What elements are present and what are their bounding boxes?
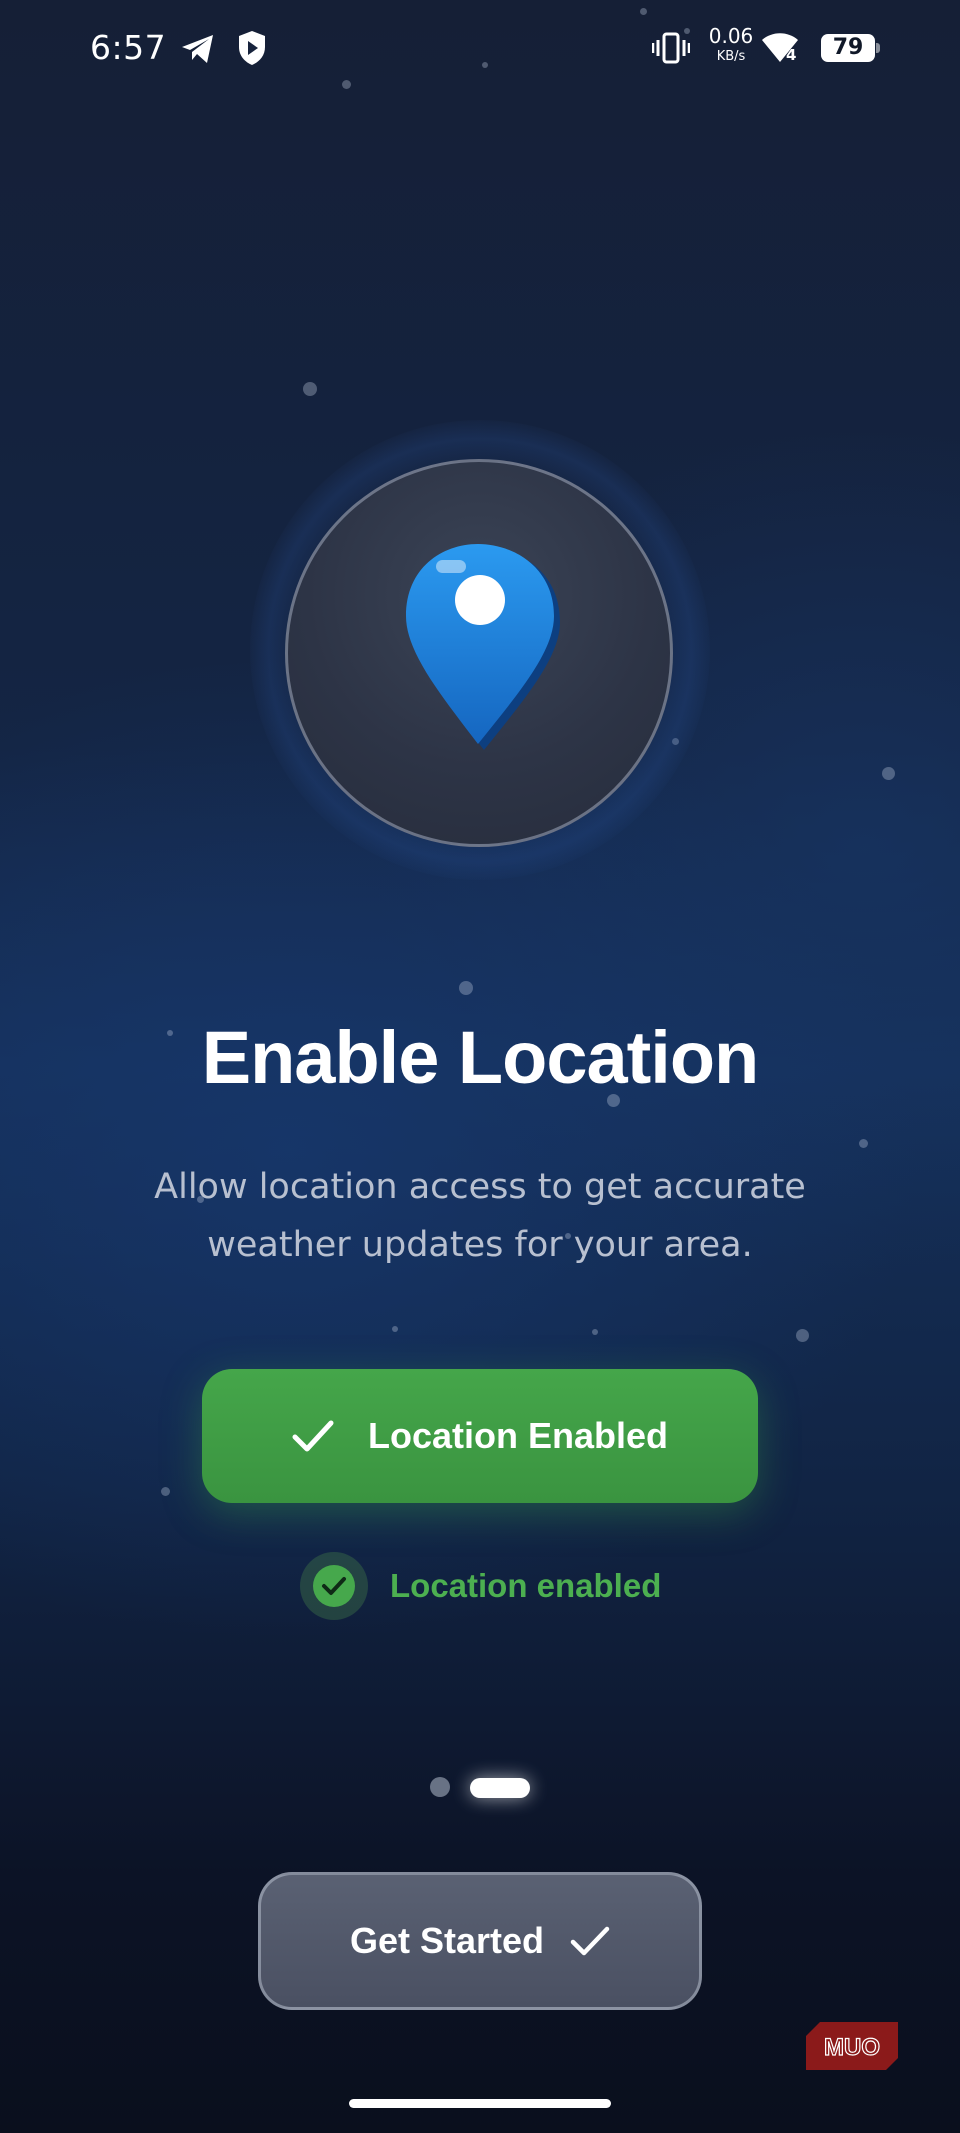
battery-icon: 79 [821,34,875,62]
svg-text:MUO: MUO [824,2034,880,2061]
particle [859,1139,868,1148]
shield-play-icon [239,31,265,65]
particle [161,1487,170,1496]
description-line: weather updates for your area. [207,1225,753,1265]
page-title: Enable Location [201,1016,760,1099]
battery-level: 79 [832,35,864,60]
particle [640,8,647,15]
location-enabled-button[interactable]: Location Enabled [202,1369,758,1503]
location-status: Location enabled [300,1552,661,1620]
battery-tip [876,43,880,53]
description-line: Allow location access to get accurate [154,1167,806,1207]
network-speed-unit: KB/s [716,49,746,64]
location-enabled-label: Location Enabled [367,1415,669,1456]
check-circle-icon [300,1552,368,1620]
checkmark-icon [292,1419,334,1453]
particle [459,981,473,995]
network-speed: 0.06 KB/s [706,26,756,63]
particle [482,62,488,68]
particle [882,767,895,780]
location-pin-icon [406,544,560,750]
network-speed-value: 0.06 [708,24,754,48]
page-description: Allow location access to get accurate we… [130,1158,830,1274]
wifi-level: 4 [786,46,797,64]
status-time: 6:57 [90,28,167,67]
particle [303,382,317,396]
particle [592,1329,598,1335]
particle [796,1329,809,1342]
telegram-icon [182,35,213,63]
particle [684,28,690,34]
vibrate-icon [652,32,690,64]
muo-watermark-logo: MUO [806,2022,898,2070]
location-status-text: Location enabled [390,1567,662,1604]
get-started-label: Get Started [349,1920,545,1961]
checkmark-icon [570,1925,610,1957]
page-indicator-1[interactable] [430,1777,450,1797]
particle [392,1326,398,1332]
home-indicator[interactable] [349,2099,611,2108]
page-indicator-2-active[interactable] [470,1778,530,1798]
get-started-button[interactable]: Get Started [258,1872,702,2010]
particle [342,80,351,89]
